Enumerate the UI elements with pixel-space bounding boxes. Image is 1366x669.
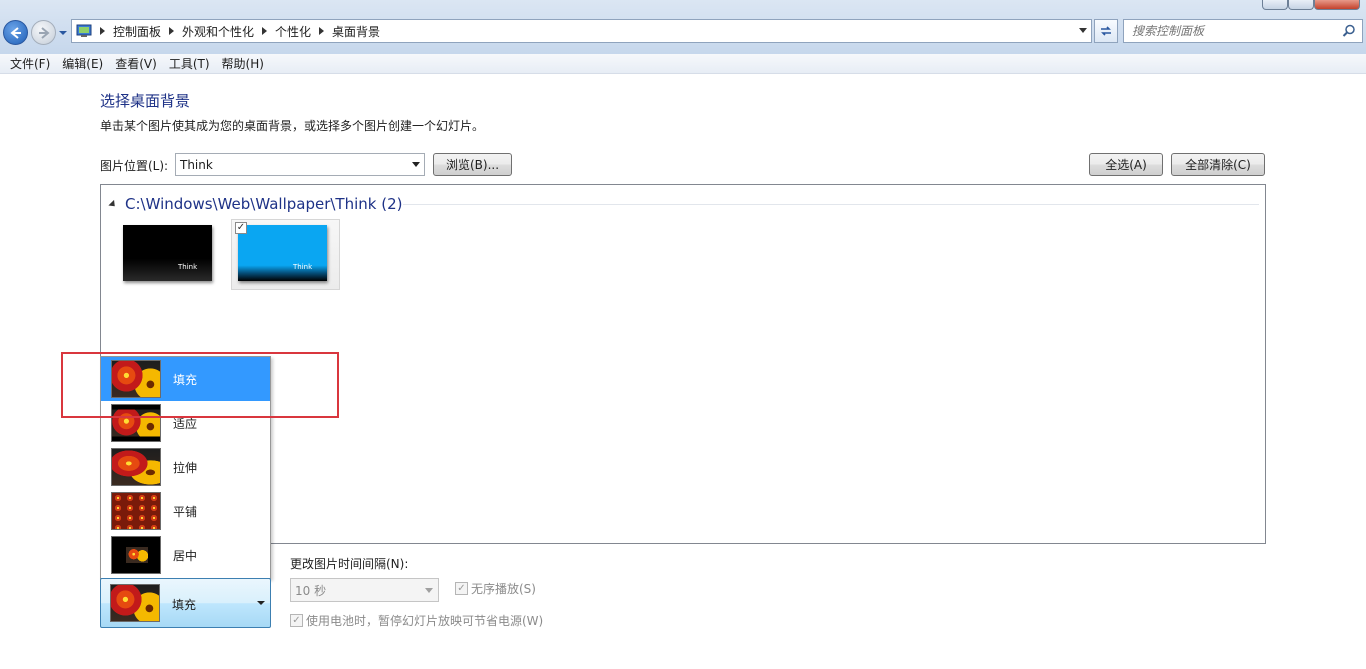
- shuffle-label: 无序播放(S): [471, 582, 536, 596]
- breadcrumb-item-desktop-background[interactable]: 桌面背景: [332, 23, 380, 40]
- address-history-dropdown-icon[interactable]: [1079, 28, 1087, 33]
- address-bar[interactable]: 控制面板 外观和个性化 个性化 桌面背景: [71, 19, 1092, 43]
- selected-position-preview-image: [110, 584, 160, 622]
- refresh-icon: [1101, 26, 1111, 36]
- checkbox-box[interactable]: ✓: [290, 614, 303, 627]
- position-option-center[interactable]: 居中: [101, 533, 270, 577]
- picture-location-value: Think: [180, 157, 213, 172]
- shuffle-checkbox[interactable]: ✓ 无序播放(S): [455, 580, 536, 597]
- tile-preview-image: [111, 492, 161, 530]
- position-option-label: 居中: [173, 548, 198, 563]
- breadcrumb-item-personalization[interactable]: 个性化: [275, 23, 311, 40]
- chevron-down-icon: [257, 601, 265, 605]
- clear-all-button[interactable]: 全部清除(C): [1171, 153, 1265, 176]
- interval-label: 更改图片时间间隔(N):: [290, 557, 409, 571]
- maximize-button[interactable]: [1288, 0, 1314, 10]
- position-option-fill[interactable]: 填充: [101, 357, 270, 401]
- position-option-stretch[interactable]: 拉伸: [101, 445, 270, 489]
- fit-preview-image: [111, 404, 161, 442]
- checkbox-box[interactable]: ✓: [455, 582, 468, 595]
- picture-position-dropdown-list: 填充 适应 拉伸 平铺 居中: [100, 356, 271, 579]
- minimize-button[interactable]: [1262, 0, 1288, 10]
- group-divider: [403, 204, 1259, 205]
- menu-view[interactable]: 查看(V): [109, 55, 163, 72]
- collapse-triangle-icon[interactable]: [108, 199, 118, 209]
- search-input[interactable]: [1132, 24, 1332, 38]
- forward-button[interactable]: [31, 20, 56, 45]
- fill-preview-image: [111, 360, 161, 398]
- menu-help[interactable]: 帮助(H): [216, 55, 270, 72]
- menu-file[interactable]: 文件(F): [4, 55, 56, 72]
- menu-tools[interactable]: 工具(T): [163, 55, 216, 72]
- window: 控制面板 外观和个性化 个性化 桌面背景 文件(F) 编: [0, 0, 1366, 669]
- thumbnail-logo-text: Think: [293, 263, 313, 271]
- page-title: 选择桌面背景: [100, 92, 191, 110]
- picture-position-select[interactable]: 填充: [100, 578, 271, 628]
- picture-position-value: 填充: [172, 598, 197, 612]
- breadcrumb: 控制面板 外观和个性化 个性化 桌面背景: [98, 23, 386, 40]
- page-subtitle: 单击某个图片使其成为您的桌面背景，或选择多个图片创建一个幻灯片。: [100, 119, 485, 133]
- chevron-down-icon: [425, 588, 433, 593]
- interval-value: 10 秒: [295, 583, 327, 598]
- breadcrumb-item-control-panel[interactable]: 控制面板: [113, 23, 161, 40]
- battery-pause-checkbox[interactable]: ✓ 使用电池时，暂停幻灯片放映可节省电源(W): [290, 612, 543, 629]
- chevron-down-icon: [412, 162, 420, 167]
- refresh-button[interactable]: [1094, 19, 1118, 43]
- stretch-preview-image: [111, 448, 161, 486]
- position-option-fit[interactable]: 适应: [101, 401, 270, 445]
- thumbnail-logo-text: Think: [178, 263, 198, 271]
- browse-button[interactable]: 浏览(B)...: [433, 153, 512, 176]
- position-option-label: 拉伸: [173, 460, 198, 475]
- select-all-button[interactable]: 全选(A): [1089, 153, 1163, 176]
- position-option-label: 适应: [173, 416, 198, 431]
- thumbnail-checkbox[interactable]: ✓: [235, 222, 247, 234]
- position-option-tile[interactable]: 平铺: [101, 489, 270, 533]
- menu-edit[interactable]: 编辑(E): [56, 55, 109, 72]
- wallpaper-gallery[interactable]: C:\Windows\Web\Wallpaper\Think (2) Think…: [100, 184, 1266, 544]
- battery-pause-label: 使用电池时，暂停幻灯片放映可节省电源(W): [306, 614, 544, 628]
- picture-location-select[interactable]: Think: [175, 153, 425, 176]
- picture-location-label: 图片位置(L):: [100, 159, 169, 173]
- gallery-group-header[interactable]: C:\Windows\Web\Wallpaper\Think (2): [108, 195, 403, 213]
- wallpaper-thumbnail-1[interactable]: Think: [123, 225, 212, 281]
- control-panel-icon: [76, 24, 92, 37]
- position-option-label: 平铺: [173, 504, 198, 519]
- center-preview-image: [111, 536, 161, 574]
- arrow-right-icon: [38, 26, 50, 39]
- wallpaper-thumbnail-2[interactable]: Think: [238, 225, 327, 281]
- search-icon[interactable]: [1342, 24, 1356, 38]
- breadcrumb-item-appearance[interactable]: 外观和个性化: [182, 23, 254, 40]
- interval-select[interactable]: 10 秒: [290, 578, 439, 602]
- address-toolbar: 控制面板 外观和个性化 个性化 桌面背景: [0, 0, 1366, 54]
- search-box[interactable]: [1123, 19, 1363, 43]
- arrow-left-icon: [9, 26, 21, 39]
- close-button[interactable]: [1314, 0, 1360, 10]
- menu-bar: 文件(F) 编辑(E) 查看(V) 工具(T) 帮助(H): [0, 54, 1366, 74]
- back-button[interactable]: [3, 20, 28, 45]
- position-option-label: 填充: [173, 372, 198, 387]
- group-header-label: C:\Windows\Web\Wallpaper\Think (2): [125, 195, 403, 213]
- recent-pages-chevron-icon[interactable]: [58, 28, 68, 38]
